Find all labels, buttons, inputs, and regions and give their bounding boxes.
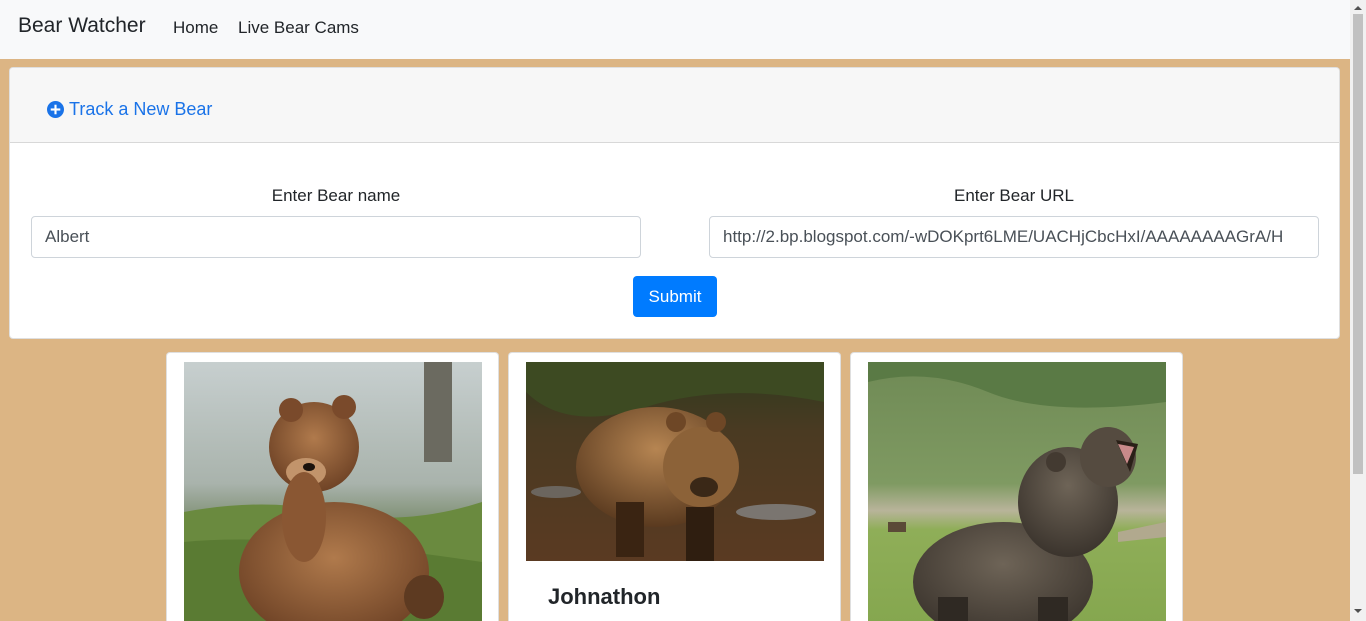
submit-button[interactable]: Submit xyxy=(633,276,717,317)
bear-card: Johnathon xyxy=(508,352,841,621)
nav-link-home[interactable]: Home xyxy=(173,18,218,38)
vertical-scrollbar[interactable] xyxy=(1350,0,1366,621)
scroll-down-arrow-icon[interactable] xyxy=(1350,603,1366,619)
plus-circle-icon xyxy=(47,101,64,118)
navbar: Bear Watcher Home Live Bear Cams xyxy=(0,0,1350,59)
bear-name: Johnathon xyxy=(548,584,661,609)
bear-card xyxy=(166,352,499,621)
track-new-bear-toggle[interactable]: Track a New Bear xyxy=(47,99,212,120)
new-bear-form-card: Track a New Bear Enter Bear name Enter B… xyxy=(9,67,1340,339)
form-card-header: Track a New Bear xyxy=(10,68,1339,143)
bear-photo xyxy=(526,362,824,561)
bear-name-label: Enter Bear name xyxy=(271,186,401,205)
brand-link[interactable]: Bear Watcher xyxy=(18,14,146,38)
bear-photo xyxy=(184,362,482,621)
bear-name-input[interactable] xyxy=(31,216,641,258)
scrollbar-thumb[interactable] xyxy=(1353,14,1363,474)
track-new-bear-label: Track a New Bear xyxy=(69,99,213,119)
bear-url-label: Enter Bear URL xyxy=(954,186,1074,205)
nav-link-live-bear-cams[interactable]: Live Bear Cams xyxy=(238,18,359,38)
bear-url-input[interactable] xyxy=(709,216,1319,258)
bear-photo xyxy=(868,362,1166,621)
bear-card xyxy=(850,352,1183,621)
